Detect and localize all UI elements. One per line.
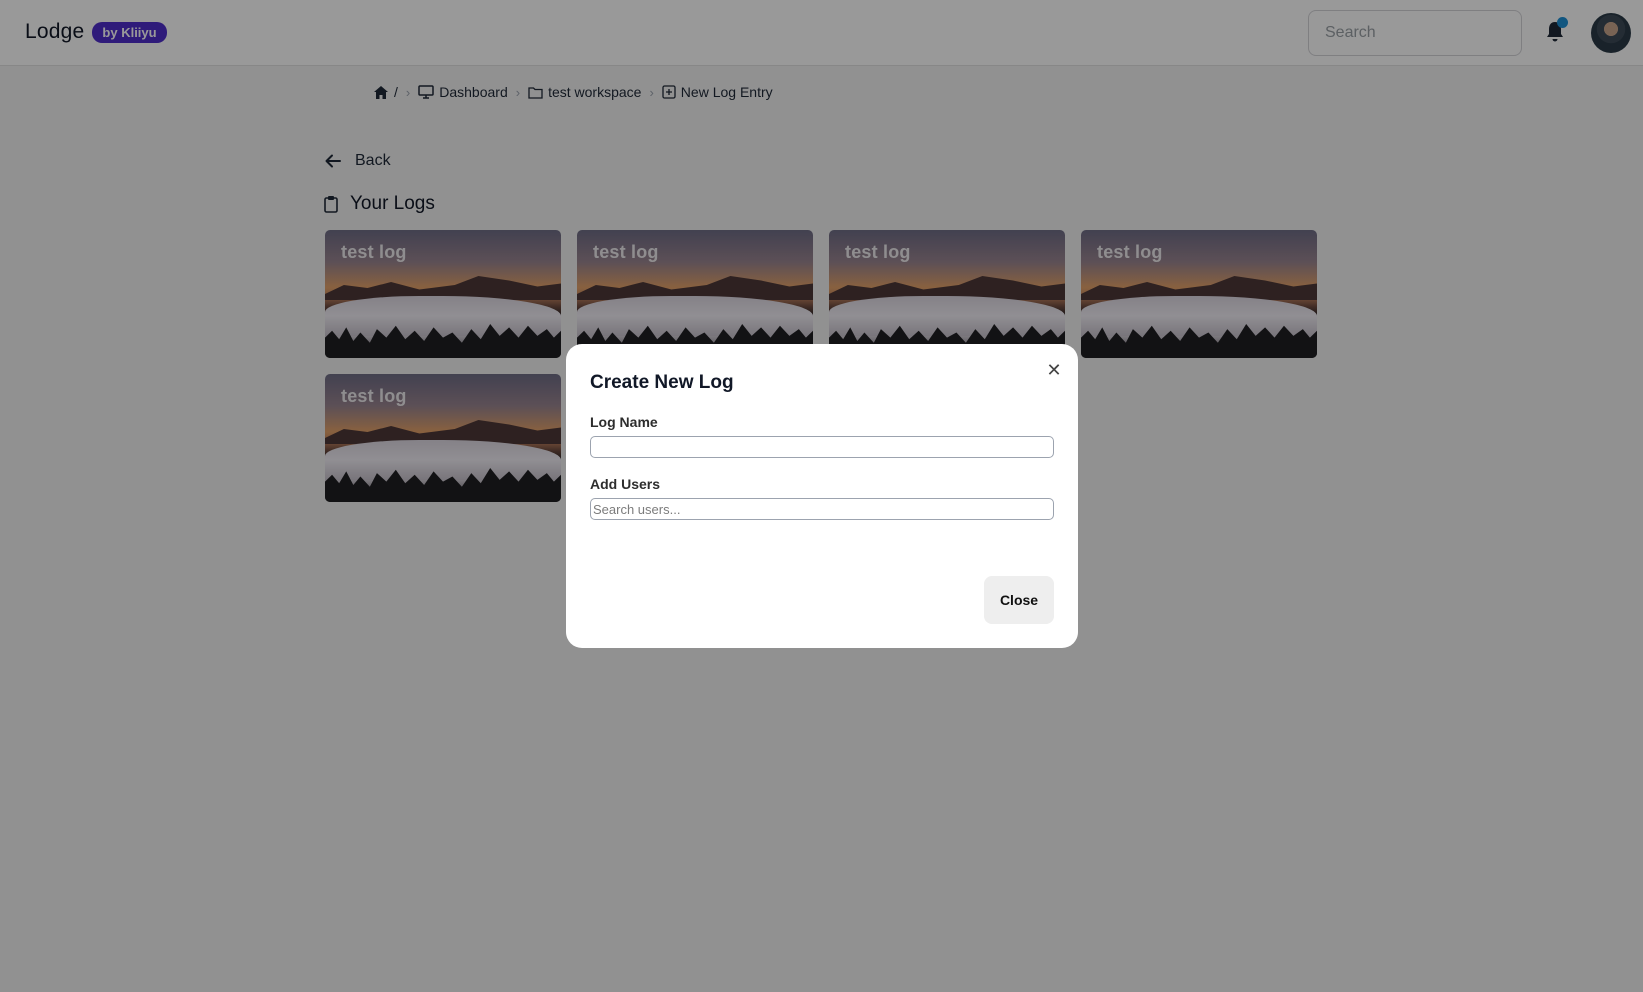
create-log-modal: Create New Log ✕ Log Name Add Users Clos… (566, 344, 1078, 648)
close-icon[interactable]: ✕ (1046, 361, 1062, 379)
modal-title: Create New Log (590, 372, 734, 393)
close-button[interactable]: Close (984, 576, 1054, 624)
log-name-input[interactable] (590, 436, 1054, 458)
search-users-input[interactable] (590, 498, 1054, 520)
log-name-label: Log Name (590, 414, 658, 430)
add-users-label: Add Users (590, 476, 661, 492)
